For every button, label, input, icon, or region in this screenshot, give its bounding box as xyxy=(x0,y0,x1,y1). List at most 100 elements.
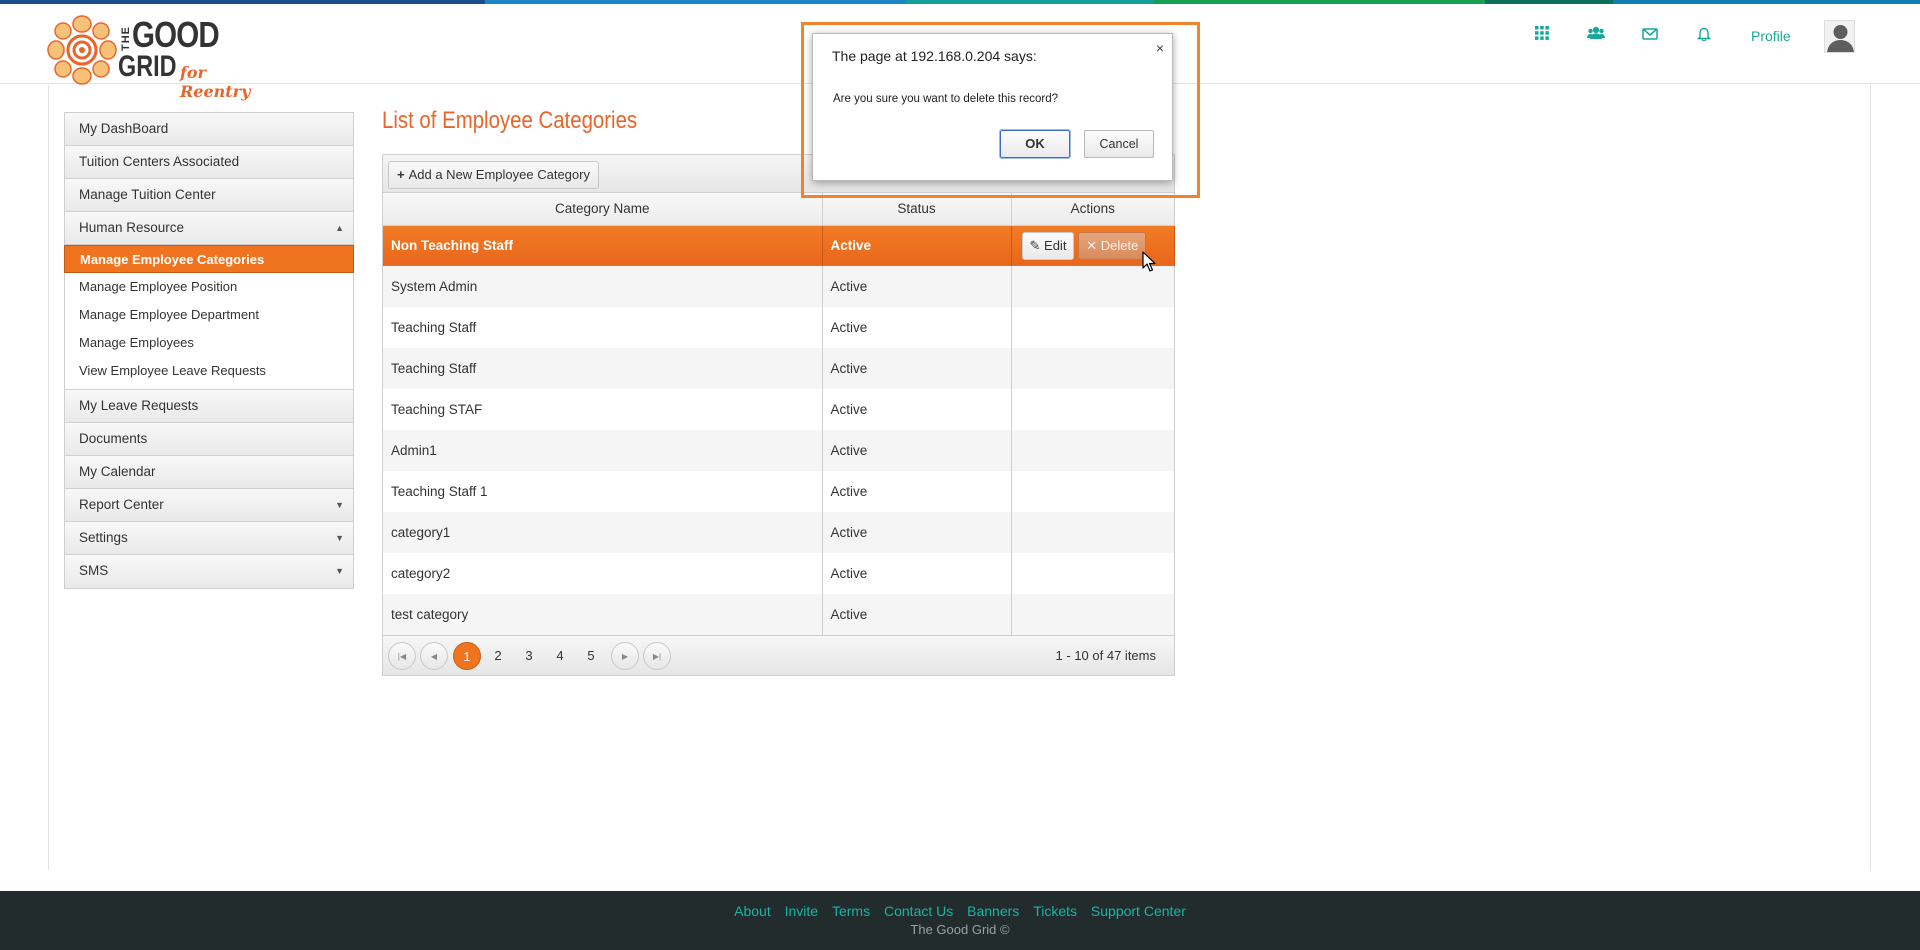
sidebar-item-label: SMS xyxy=(79,563,109,578)
footer-link-invite[interactable]: Invite xyxy=(785,903,818,919)
caret-down-icon: ▼ xyxy=(335,566,344,576)
profile-link[interactable]: Profile xyxy=(1751,28,1791,44)
page-button-4[interactable]: 4 xyxy=(546,642,574,670)
table-row[interactable]: Admin1 Active xyxy=(383,430,1174,471)
footer-link-support-center[interactable]: Support Center xyxy=(1091,903,1186,919)
apps-grid-icon[interactable] xyxy=(1532,26,1552,46)
sidebar-item-label: My DashBoard xyxy=(79,121,169,136)
cell-status: Active xyxy=(822,471,1012,512)
footer-link-tickets[interactable]: Tickets xyxy=(1033,903,1077,919)
cell-status: Active xyxy=(822,389,1012,430)
sidebar-subitem-manage-employee-department[interactable]: Manage Employee Department xyxy=(65,301,353,329)
footer-link-contact-us[interactable]: Contact Us xyxy=(884,903,953,919)
cell-actions xyxy=(1011,389,1174,430)
cell-status: Active xyxy=(822,348,1012,389)
table-row[interactable]: category1 Active xyxy=(383,512,1174,553)
footer-link-banners[interactable]: Banners xyxy=(967,903,1019,919)
sidebar: My DashBoard Tuition Centers Associated … xyxy=(64,112,354,589)
sidebar-subitem-manage-employees[interactable]: Manage Employees xyxy=(65,329,353,357)
column-header-category-name[interactable]: Category Name xyxy=(383,193,823,226)
add-employee-category-button[interactable]: + Add a New Employee Category xyxy=(388,161,599,189)
close-icon[interactable]: × xyxy=(1156,40,1164,56)
cell-actions xyxy=(1011,512,1174,553)
sidebar-item-dashboard[interactable]: My DashBoard xyxy=(65,113,353,146)
sidebar-item-my-leave-requests[interactable]: My Leave Requests xyxy=(65,390,353,423)
pager-info: 1 - 10 of 47 items xyxy=(1055,648,1156,663)
footer-links: About Invite Terms Contact Us Banners Ti… xyxy=(0,891,1920,919)
cell-category-name: category1 xyxy=(383,512,823,553)
confirm-dialog: The page at 192.168.0.204 says: × Are yo… xyxy=(812,33,1173,181)
cell-category-name: System Admin xyxy=(383,266,823,307)
sidebar-item-label: Tuition Centers Associated xyxy=(79,154,240,169)
logo-grid: GRID xyxy=(118,50,177,83)
plus-icon: + xyxy=(397,167,405,182)
page-button-3[interactable]: 3 xyxy=(515,642,543,670)
footer-link-about[interactable]: About xyxy=(734,903,771,919)
page-title: List of Employee Categories xyxy=(382,107,638,134)
delete-label: Delete xyxy=(1100,237,1139,253)
table-row[interactable]: test category Active xyxy=(383,594,1174,635)
mouse-cursor-icon xyxy=(1142,251,1156,272)
sidebar-item-label: My Calendar xyxy=(79,464,156,479)
bell-icon[interactable] xyxy=(1694,26,1714,46)
cell-category-name: Teaching Staff xyxy=(383,348,823,389)
cell-category-name: category2 xyxy=(383,553,823,594)
cell-actions xyxy=(1011,430,1174,471)
table-row[interactable]: Teaching Staff Active xyxy=(383,307,1174,348)
prev-page-icon[interactable]: ◀ xyxy=(420,642,448,670)
employee-categories-grid: + Add a New Employee Category Category Na… xyxy=(382,154,1175,676)
table-row[interactable]: Teaching STAF Active xyxy=(383,389,1174,430)
dialog-message: Are you sure you want to delete this rec… xyxy=(833,93,1059,105)
mail-icon[interactable] xyxy=(1640,26,1660,46)
sidebar-subitem-manage-employee-position[interactable]: Manage Employee Position xyxy=(65,273,353,301)
edit-label: Edit xyxy=(1044,237,1067,253)
delete-button[interactable]: ✕ Delete xyxy=(1078,231,1147,260)
cell-category-name: Teaching STAF xyxy=(383,389,823,430)
sidebar-item-report-center[interactable]: Report Center ▼ xyxy=(65,489,353,522)
table-row[interactable]: System Admin Active xyxy=(383,266,1174,307)
first-page-icon[interactable]: |◀ xyxy=(388,642,416,670)
sidebar-item-tuition-centers-associated[interactable]: Tuition Centers Associated xyxy=(65,146,353,179)
logo-good: GOOD xyxy=(132,14,220,55)
sidebar-subitem-manage-employee-categories[interactable]: Manage Employee Categories xyxy=(64,245,354,273)
sidebar-item-label: Documents xyxy=(79,431,148,446)
page-button-1[interactable]: 1 xyxy=(453,642,481,670)
logo[interactable]: THE GOOD GRID for Reentry xyxy=(46,12,266,101)
sidebar-item-documents[interactable]: Documents xyxy=(65,423,353,456)
pager: |◀ ◀ 1 2 3 4 5 ▶ ▶| 1 - 10 of 47 items xyxy=(383,635,1174,675)
sidebar-item-my-calendar[interactable]: My Calendar xyxy=(65,456,353,489)
page-button-5[interactable]: 5 xyxy=(577,642,605,670)
ok-button[interactable]: OK xyxy=(999,129,1071,159)
next-page-icon[interactable]: ▶ xyxy=(611,642,639,670)
add-button-label: Add a New Employee Category xyxy=(408,167,590,182)
categories-table: Category Name Status Actions Non Teachin… xyxy=(383,193,1175,635)
cell-category-name: Admin1 xyxy=(383,430,823,471)
sidebar-item-manage-tuition-center[interactable]: Manage Tuition Center xyxy=(65,179,353,212)
avatar[interactable] xyxy=(1824,20,1855,53)
sidebar-subitem-view-employee-leave-requests[interactable]: View Employee Leave Requests xyxy=(65,357,353,385)
page-button-2[interactable]: 2 xyxy=(484,642,512,670)
sidebar-item-human-resource[interactable]: Human Resource ▲ xyxy=(65,212,353,245)
cell-status: Active xyxy=(822,307,1012,348)
cell-category-name: Teaching Staff 1 xyxy=(383,471,823,512)
footer-link-terms[interactable]: Terms xyxy=(832,903,870,919)
table-row[interactable]: category2 Active xyxy=(383,553,1174,594)
cell-category-name: test category xyxy=(383,594,823,635)
sidebar-item-label: My Leave Requests xyxy=(79,398,199,413)
cell-status: Active xyxy=(822,430,1012,471)
footer-copyright: The Good Grid © xyxy=(910,922,1010,937)
table-row[interactable]: Non Teaching Staff Active ✎ Edit ✕ Delet… xyxy=(383,225,1175,266)
table-row[interactable]: Teaching Staff 1 Active xyxy=(383,471,1174,512)
users-icon[interactable] xyxy=(1586,26,1606,46)
cell-category-name: Teaching Staff xyxy=(383,307,823,348)
sidebar-item-sms[interactable]: SMS ▼ xyxy=(65,555,353,588)
edit-button[interactable]: ✎ Edit xyxy=(1021,231,1075,260)
last-page-icon[interactable]: ▶| xyxy=(643,642,671,670)
human-resource-submenu: Manage Employee Categories Manage Employ… xyxy=(64,245,354,390)
sidebar-item-label: Settings xyxy=(79,530,128,545)
cancel-button[interactable]: Cancel xyxy=(1084,130,1154,158)
table-row[interactable]: Teaching Staff Active xyxy=(383,348,1174,389)
sidebar-item-settings[interactable]: Settings ▼ xyxy=(65,522,353,555)
flower-logo-icon xyxy=(47,15,117,85)
cell-actions xyxy=(1011,307,1174,348)
